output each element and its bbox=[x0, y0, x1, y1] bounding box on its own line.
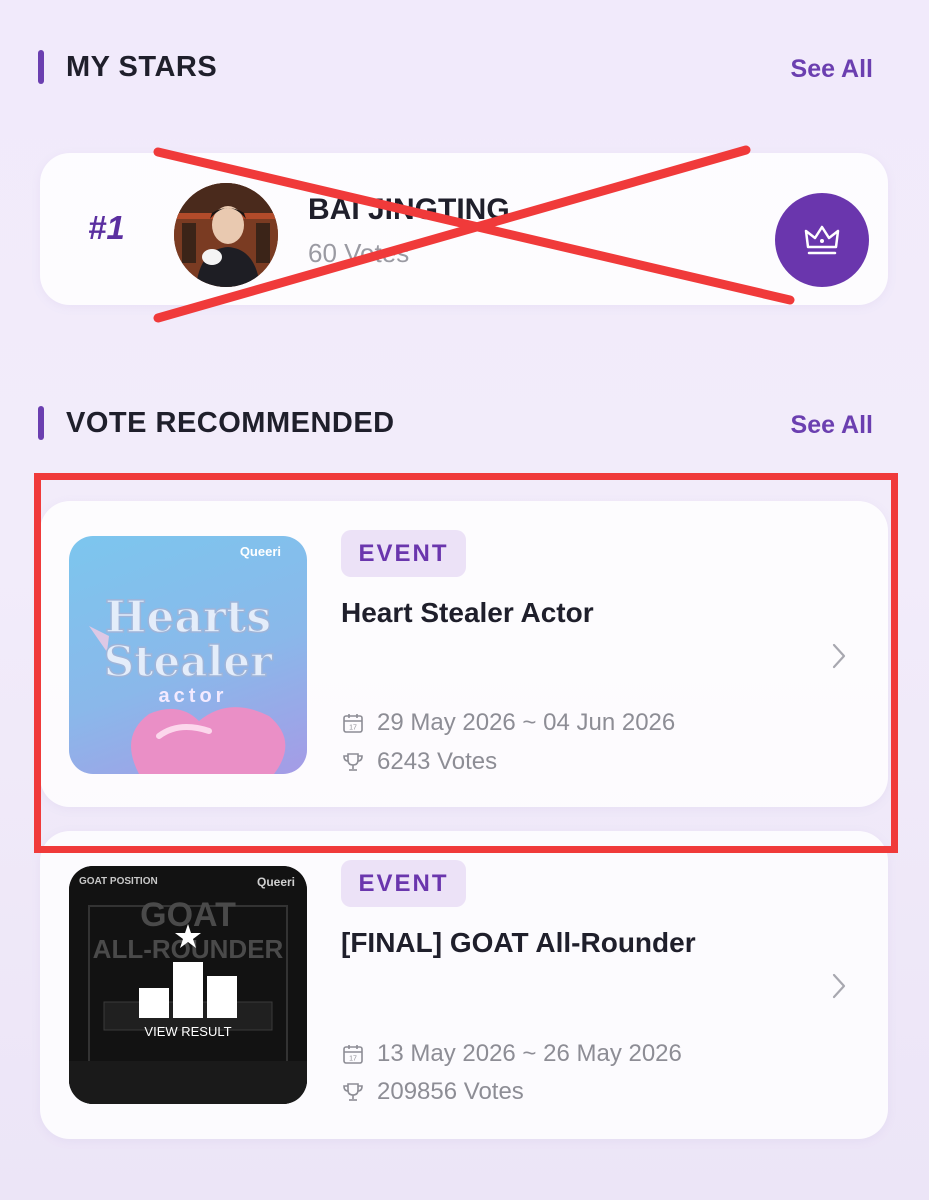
trophy-icon bbox=[343, 753, 363, 771]
vote-count-row: 209856 Votes bbox=[341, 1078, 524, 1106]
crown-icon bbox=[804, 225, 840, 255]
chevron-right-icon[interactable] bbox=[828, 971, 850, 1001]
chevron-right-icon[interactable] bbox=[828, 641, 850, 671]
vote-title: [FINAL] GOAT All-Rounder bbox=[341, 927, 696, 958]
section-accent-bar bbox=[38, 406, 44, 440]
vote-recommended-header: VOTE RECOMMENDED See All bbox=[0, 403, 929, 443]
vote-date-row: 17 13 May 2026 ~ 26 May 2026 bbox=[341, 1040, 682, 1068]
star-name: BAI JINGTING bbox=[308, 193, 510, 226]
thumb-brand-label: Queeri bbox=[240, 544, 281, 559]
trophy-icon bbox=[343, 1083, 363, 1101]
svg-text:17: 17 bbox=[349, 725, 357, 732]
vote-count: 209856 Votes bbox=[377, 1078, 524, 1105]
thumb-title-line1: Hearts bbox=[105, 592, 271, 643]
vote-crown-button[interactable] bbox=[775, 193, 869, 287]
event-badge: EVENT bbox=[341, 860, 466, 907]
event-badge: EVENT bbox=[341, 530, 466, 577]
section-accent-bar bbox=[38, 50, 44, 84]
vote-card-goat-all-rounder[interactable]: GOAT POSITION Queeri GOAT ALL-ROUNDER VI… bbox=[40, 831, 888, 1139]
vote-date-range: 29 May 2026 ~ 04 Jun 2026 bbox=[377, 709, 676, 736]
star-card[interactable]: #1 BAI JINGTING 60 Votes bbox=[40, 153, 888, 305]
vote-recommended-see-all-link[interactable]: See All bbox=[791, 411, 873, 440]
vote-recommended-title: VOTE RECOMMENDED bbox=[66, 407, 395, 439]
my-stars-see-all-link[interactable]: See All bbox=[791, 55, 873, 84]
vote-date-range: 13 May 2026 ~ 26 May 2026 bbox=[377, 1040, 682, 1067]
thumb-brand-label: Queeri bbox=[257, 875, 295, 889]
thumb-title-line3: actor bbox=[159, 685, 228, 707]
my-stars-header: MY STARS See All bbox=[0, 47, 929, 87]
vote-title: Heart Stealer Actor bbox=[341, 597, 594, 628]
vote-card-heart-stealer[interactable]: Queeri Hearts Stealer actor EVENT Heart … bbox=[40, 501, 888, 807]
event-thumbnail: GOAT POSITION Queeri GOAT ALL-ROUNDER VI… bbox=[69, 866, 307, 1104]
thumb-overlay-label: VIEW RESULT bbox=[144, 1024, 231, 1039]
calendar-icon: 17 bbox=[343, 714, 363, 733]
avatar bbox=[174, 183, 278, 287]
vote-count: 6243 Votes bbox=[377, 748, 498, 775]
calendar-icon: 17 bbox=[343, 1045, 363, 1064]
thumb-corner-label: GOAT POSITION bbox=[79, 876, 158, 887]
event-thumbnail: Queeri Hearts Stealer actor bbox=[69, 536, 307, 774]
thumb-title-line2: Stealer bbox=[104, 637, 273, 686]
vote-count-row: 6243 Votes bbox=[341, 748, 497, 776]
star-votes: 60 Votes bbox=[308, 238, 410, 268]
vote-date-row: 17 29 May 2026 ~ 04 Jun 2026 bbox=[341, 709, 675, 737]
star-rank: #1 bbox=[88, 209, 125, 246]
my-stars-title: MY STARS bbox=[66, 51, 218, 83]
svg-text:17: 17 bbox=[349, 1056, 357, 1063]
